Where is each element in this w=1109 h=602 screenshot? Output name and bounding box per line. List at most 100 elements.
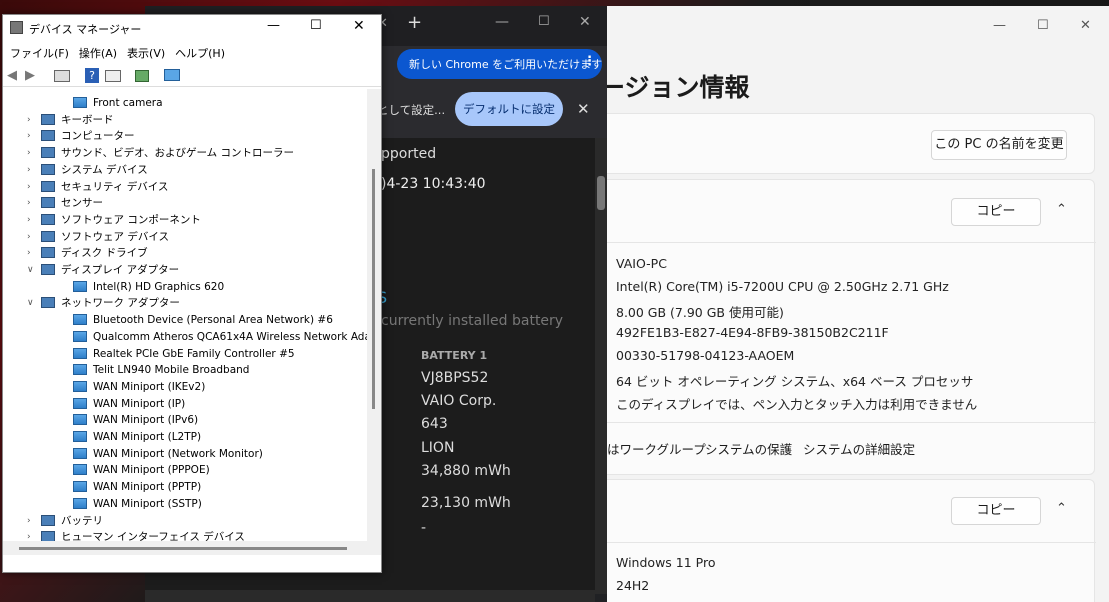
battery-name: VJ8BPS52 bbox=[421, 370, 489, 386]
forward-icon[interactable]: ▶ bbox=[25, 68, 35, 83]
tree-item[interactable]: WAN Miniport (Network Monitor) bbox=[3, 446, 367, 462]
close-button[interactable]: ✕ bbox=[1080, 18, 1091, 33]
tree-item[interactable]: › バッテリ bbox=[3, 513, 367, 529]
update-driver-icon[interactable] bbox=[135, 70, 149, 82]
menu-view[interactable]: 表示(V) bbox=[127, 44, 165, 64]
close-button[interactable]: ✕ bbox=[353, 18, 365, 34]
chevron-up-icon[interactable]: ⌃ bbox=[1056, 202, 1067, 217]
expand-icon[interactable]: › bbox=[27, 212, 37, 228]
expand-icon[interactable]: › bbox=[27, 245, 37, 261]
expand-icon[interactable]: › bbox=[27, 128, 37, 144]
device-icon bbox=[73, 497, 87, 509]
tree-item-label: ディスク ドライブ bbox=[61, 247, 148, 260]
page-scrollbar[interactable] bbox=[595, 138, 607, 594]
tree-item[interactable]: › システム デバイス bbox=[3, 162, 367, 178]
copy-windows-specs-button[interactable]: コピー bbox=[951, 497, 1041, 525]
help-icon[interactable]: ? bbox=[85, 68, 99, 83]
tree-item-label: ヒューマン インターフェイス デバイス bbox=[61, 531, 245, 541]
tree-item-label: システム デバイス bbox=[61, 163, 148, 176]
system-protection-link[interactable]: システムの保護 bbox=[705, 439, 792, 458]
expand-icon[interactable]: › bbox=[27, 112, 37, 128]
tree-item[interactable]: Front camera bbox=[3, 95, 367, 111]
expand-icon[interactable]: › bbox=[27, 229, 37, 245]
expand-icon[interactable]: › bbox=[27, 162, 37, 178]
chevron-up-icon[interactable]: ⌃ bbox=[1056, 501, 1067, 516]
tree-item[interactable]: › コンピューター bbox=[3, 128, 367, 144]
expand-icon[interactable]: › bbox=[27, 529, 37, 541]
tree-item[interactable]: WAN Miniport (PPPOE) bbox=[3, 462, 367, 478]
expand-icon[interactable]: › bbox=[27, 145, 37, 161]
tree-vertical-scrollbar[interactable] bbox=[367, 89, 381, 541]
tree-item[interactable]: WAN Miniport (IP) bbox=[3, 396, 367, 412]
tree-item[interactable]: Intel(R) HD Graphics 620 bbox=[3, 279, 367, 295]
tree-item[interactable]: › ヒューマン インターフェイス デバイス bbox=[3, 529, 367, 541]
tree-item[interactable]: › ディスク ドライブ bbox=[3, 245, 367, 261]
menu-file[interactable]: ファイル(F) bbox=[10, 44, 69, 64]
view-icon[interactable] bbox=[105, 70, 121, 82]
tree-item[interactable]: ∨ ディスプレイ アダプター bbox=[3, 262, 367, 278]
expand-icon[interactable]: › bbox=[27, 513, 37, 529]
settings-window: — ☐ ✕ ージョン情報 この PC の名前を変更 コピー ⌃ VAIO-PC … bbox=[590, 6, 1109, 602]
device-icon bbox=[73, 330, 87, 342]
scrollbar-thumb[interactable] bbox=[597, 176, 605, 210]
tree-item[interactable]: Realtek PCIe GbE Family Controller #5 bbox=[3, 346, 367, 362]
tree-item[interactable]: Bluetooth Device (Personal Area Network)… bbox=[3, 312, 367, 328]
menu-help[interactable]: ヘルプ(H) bbox=[175, 44, 225, 64]
minimize-button[interactable]: — bbox=[993, 18, 1006, 33]
collapse-icon[interactable]: ∨ bbox=[27, 262, 37, 278]
tree-item[interactable]: › センサー bbox=[3, 195, 367, 211]
tree-item[interactable]: › サウンド、ビデオ、およびゲーム コントローラー bbox=[3, 145, 367, 161]
tree-item[interactable]: › セキュリティ デバイス bbox=[3, 179, 367, 195]
scrollbar-thumb[interactable] bbox=[19, 547, 347, 550]
copy-specs-button[interactable]: コピー bbox=[951, 198, 1041, 226]
spec-product-id: 00330-51798-04123-AAOEM bbox=[616, 348, 795, 363]
set-default-button[interactable]: デフォルトに設定 bbox=[455, 92, 563, 126]
device-specs-card: コピー ⌃ VAIO-PC Intel(R) Core(TM) i5-7200U… bbox=[590, 179, 1096, 475]
device-icon bbox=[41, 230, 55, 242]
tree-item[interactable]: › キーボード bbox=[3, 112, 367, 128]
spec-processor: Intel(R) Core(TM) i5-7200U CPU @ 2.50GHz… bbox=[616, 279, 949, 294]
properties-icon[interactable] bbox=[54, 70, 70, 82]
tree-item-label: セキュリティ デバイス bbox=[61, 180, 169, 193]
tree-item[interactable]: › ソフトウェア デバイス bbox=[3, 229, 367, 245]
tree-item-label: ソフトウェア コンポーネント bbox=[61, 213, 201, 226]
tree-item[interactable]: ∨ ネットワーク アダプター bbox=[3, 295, 367, 311]
back-icon[interactable]: ◀ bbox=[7, 68, 17, 83]
tree-item[interactable]: WAN Miniport (PPTP) bbox=[3, 479, 367, 495]
menu-action[interactable]: 操作(A) bbox=[79, 44, 117, 64]
minimize-button[interactable]: — bbox=[267, 18, 280, 33]
tree-item-label: キーボード bbox=[61, 113, 114, 126]
minimize-button[interactable]: — bbox=[495, 14, 509, 30]
tree-item[interactable]: WAN Miniport (SSTP) bbox=[3, 496, 367, 512]
horizontal-scrollbar[interactable] bbox=[145, 590, 595, 602]
tree-item-label: ソフトウェア デバイス bbox=[61, 230, 170, 243]
expand-icon[interactable]: › bbox=[27, 179, 37, 195]
tree-item[interactable]: WAN Miniport (IPv6) bbox=[3, 412, 367, 428]
advanced-system-settings-link[interactable]: システムの詳細設定 bbox=[803, 439, 915, 458]
rename-pc-button[interactable]: この PC の名前を変更 bbox=[931, 130, 1067, 160]
battery-cycle-count: - bbox=[421, 520, 427, 536]
battery-design-capacity: 34,880 mWh bbox=[421, 463, 511, 479]
tree-horizontal-scrollbar[interactable] bbox=[3, 541, 381, 555]
maximize-button[interactable]: ☐ bbox=[538, 14, 550, 29]
window-title: デバイス マネージャー bbox=[29, 23, 142, 36]
tree-item[interactable]: WAN Miniport (L2TP) bbox=[3, 429, 367, 445]
tree-item[interactable]: › ソフトウェア コンポーネント bbox=[3, 212, 367, 228]
infobar-close-icon[interactable]: ✕ bbox=[577, 100, 590, 118]
pc-name-card: この PC の名前を変更 bbox=[590, 113, 1095, 174]
new-tab-button[interactable]: + bbox=[407, 12, 422, 33]
maximize-button[interactable]: ☐ bbox=[1037, 18, 1049, 33]
chrome-update-button[interactable]: 新しい Chrome をご利用いただけます ⋮ bbox=[397, 49, 602, 79]
tree-item-label: Intel(R) HD Graphics 620 bbox=[93, 280, 225, 293]
tree-item[interactable]: Qualcomm Atheros QCA61x4A Wireless Netwo… bbox=[3, 329, 367, 345]
expand-icon[interactable]: › bbox=[27, 195, 37, 211]
tree-item[interactable]: Telit LN940 Mobile Broadband bbox=[3, 362, 367, 378]
maximize-button[interactable]: ☐ bbox=[310, 18, 322, 33]
close-button[interactable]: ✕ bbox=[579, 14, 591, 30]
tree-item[interactable]: WAN Miniport (IKEv2) bbox=[3, 379, 367, 395]
scan-hardware-icon[interactable] bbox=[164, 69, 180, 81]
collapse-icon[interactable]: ∨ bbox=[27, 295, 37, 311]
tree-item-label: ネットワーク アダプター bbox=[61, 297, 180, 310]
scrollbar-thumb[interactable] bbox=[372, 169, 375, 409]
workgroup-link[interactable]: はワークグループ bbox=[607, 439, 706, 458]
